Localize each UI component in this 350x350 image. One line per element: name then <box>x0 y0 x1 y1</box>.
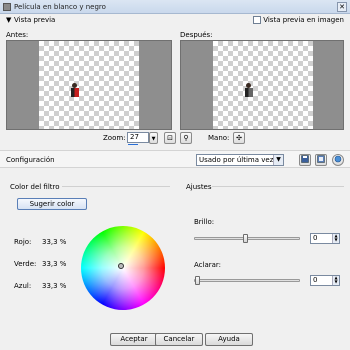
save-icon <box>301 155 309 163</box>
zoom-magnifier-button[interactable]: ⚲ <box>180 132 192 144</box>
before-label: Antes: <box>6 31 29 39</box>
spin-down-icon: ▼ <box>334 279 338 284</box>
clarify-stepper[interactable]: 0 ▲ ▼ <box>310 275 340 286</box>
brightness-slider-thumb[interactable] <box>243 234 248 243</box>
preset-dropdown[interactable]: Usado por última vez ▼ <box>196 154 284 166</box>
red-value: 33,3 % <box>42 238 67 246</box>
red-label: Rojo: <box>14 238 32 246</box>
clarify-value: 0 <box>313 276 318 284</box>
chevron-down-icon: ▼ <box>273 155 283 165</box>
filter-color-divider <box>62 186 170 187</box>
adjust-divider <box>212 186 344 187</box>
zoom-input[interactable]: 27 <box>127 132 149 143</box>
magnifier-icon: ⚲ <box>183 134 189 142</box>
preset-value: Usado por última vez <box>199 156 274 164</box>
image-preview-label: Vista previa en imagen <box>263 16 344 24</box>
clarify-spin-arrows[interactable]: ▲ ▼ <box>332 276 339 285</box>
image-preview-toggle[interactable]: Vista previa en imagen <box>253 16 344 24</box>
blue-label: Azul: <box>14 282 32 290</box>
manage-presets-button[interactable] <box>315 154 327 166</box>
after-preview-pane[interactable] <box>180 40 344 130</box>
filter-color-title: Color del filtro <box>10 183 60 191</box>
hand-tool-button[interactable]: ✣ <box>233 132 245 144</box>
spin-down-icon: ▼ <box>334 237 338 242</box>
zoom-toolbar: Zoom: 27 ▼ ⊡ ⚲ Mano: ✣ <box>0 131 350 145</box>
hand-label: Mano: <box>208 134 230 142</box>
chevron-down-icon: ▼ <box>151 136 156 142</box>
reset-icon <box>334 155 342 163</box>
preset-manager-icon <box>317 155 325 163</box>
brightness-stepper[interactable]: 0 ▲ ▼ <box>310 233 340 244</box>
clarify-slider-thumb[interactable] <box>195 276 200 285</box>
color-wheel-selector[interactable] <box>118 263 124 269</box>
after-image-subject <box>245 83 253 97</box>
ok-button[interactable]: Aceptar <box>110 333 158 346</box>
adjust-title: Ajustes <box>186 183 212 191</box>
blue-value: 33,3 % <box>42 282 67 290</box>
zoom-fit-button[interactable]: ⊡ <box>164 132 176 144</box>
before-image-subject <box>71 83 79 97</box>
hand-pan-icon: ✣ <box>236 134 242 142</box>
config-label: Configuración <box>6 156 55 164</box>
app-icon <box>3 3 11 11</box>
cancel-button[interactable]: Cancelar <box>155 333 203 346</box>
brightness-label: Brillo: <box>194 218 215 226</box>
config-bar: Configuración Usado por última vez ▼ <box>0 150 350 168</box>
clarify-slider-track[interactable] <box>194 279 300 282</box>
green-label: Verde: <box>14 260 37 268</box>
zoom-value: 27 <box>130 133 139 141</box>
green-value: 33,3 % <box>42 260 67 268</box>
save-preset-button[interactable] <box>299 154 311 166</box>
suggest-color-button[interactable]: Sugerir color <box>17 198 87 210</box>
before-preview-pane[interactable] <box>6 40 172 130</box>
zoom-spinner[interactable]: ▼ <box>149 132 158 144</box>
zoom-underline <box>128 144 138 145</box>
after-canvas <box>213 41 313 129</box>
close-button[interactable]: ✕ <box>337 2 347 12</box>
preview-header: ▼ Vista previa Vista previa en imagen <box>0 14 350 26</box>
reset-defaults-button[interactable] <box>332 154 344 166</box>
window-title: Película en blanco y negro <box>14 3 106 11</box>
brightness-value: 0 <box>313 234 318 242</box>
before-canvas <box>39 41 139 129</box>
help-button[interactable]: Ayuda <box>205 333 253 346</box>
clarify-label: Aclarar: <box>194 261 222 269</box>
zoom-fit-icon: ⊡ <box>167 134 173 142</box>
collapse-triangle-icon[interactable]: ▼ <box>6 16 11 24</box>
brightness-spin-arrows[interactable]: ▲ ▼ <box>332 234 339 243</box>
title-bar: Película en blanco y negro ✕ <box>0 0 350 14</box>
zoom-label: Zoom: <box>103 134 126 142</box>
after-label: Después: <box>180 31 213 39</box>
preview-section-label[interactable]: Vista previa <box>14 16 55 24</box>
image-preview-checkbox[interactable] <box>253 16 262 24</box>
